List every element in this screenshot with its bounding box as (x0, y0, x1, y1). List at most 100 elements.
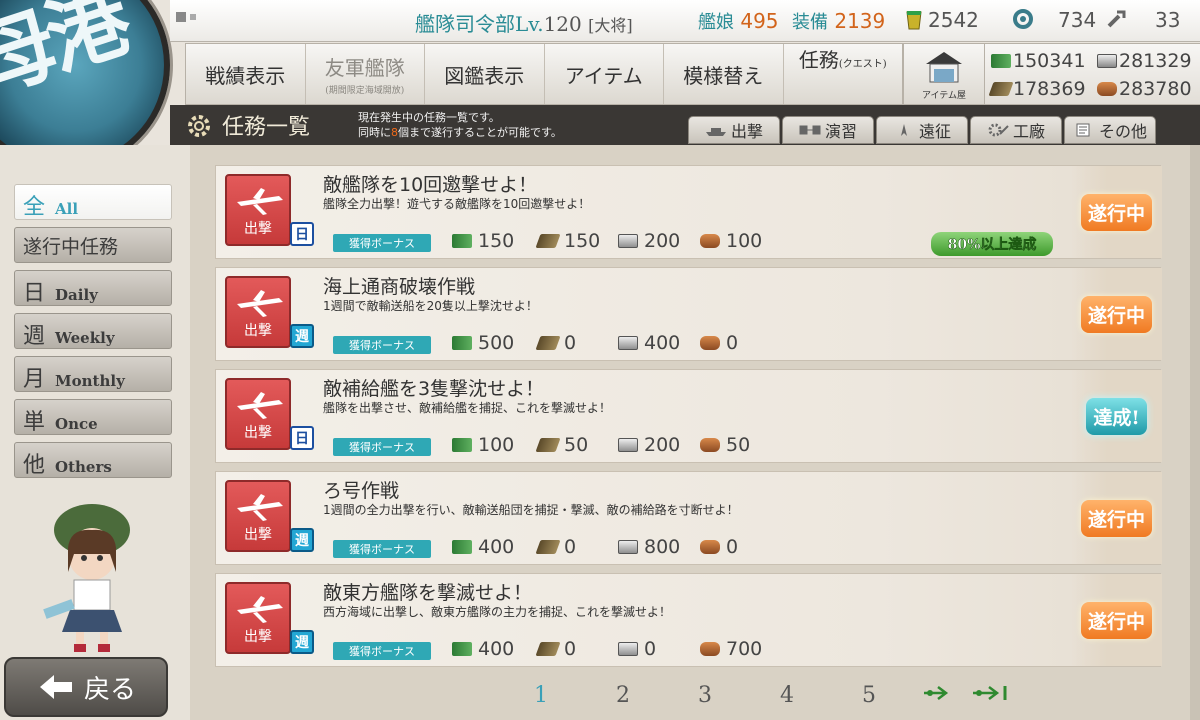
steel-icon (618, 336, 638, 350)
bucket-icon (906, 11, 922, 30)
reward-ammo: 150 (535, 230, 600, 252)
reward-value: 400 (478, 536, 515, 558)
nav-items[interactable]: アイテム (545, 44, 664, 104)
ammo-icon (535, 234, 561, 248)
ammo-icon (535, 642, 561, 656)
frequency-badge: 週 (290, 630, 314, 654)
filter-all[interactable]: 全 All (14, 184, 172, 220)
panel-edge (1190, 145, 1200, 720)
quest-category-badge: 出撃 (225, 174, 291, 246)
reward-bauxite: 0 (700, 536, 738, 558)
rank-label: [大将] (588, 16, 633, 35)
screw-count: 33 (1155, 8, 1180, 32)
page-1[interactable]: 1 (500, 683, 582, 708)
last-arrow-icon[interactable] (964, 683, 1018, 708)
reward-fuel: 100 (452, 434, 514, 456)
page-5[interactable]: 5 (828, 683, 910, 708)
back-button[interactable]: 戻る (4, 657, 168, 717)
page-4[interactable]: 4 (746, 683, 828, 708)
ammo-resource: 178369 (988, 78, 1086, 100)
bauxite-icon (700, 336, 720, 350)
tab-sortie[interactable]: 出撃 (688, 116, 780, 144)
quest-description: 1週間の全力出撃を行い、敵輸送船団を捕捉・撃滅、敵の補給路を寸断せよ！ (323, 503, 739, 517)
nav-label: 模様替え (683, 63, 764, 88)
quest-title: 敵艦隊を10回邀撃せよ！ (323, 174, 538, 196)
page-title: 任務一覧 (222, 115, 311, 140)
bauxite-icon (700, 540, 720, 554)
filter-en: All (55, 200, 79, 218)
quest-row[interactable]: 出撃 日 敵補給艦を3隻撃沈せよ！ 艦隊を出撃させ、敵補給艦を捕捉、これを撃滅せ… (215, 369, 1162, 463)
filter-weekly[interactable]: 週 Weekly (14, 313, 172, 349)
badge-label: 出撃 (244, 629, 272, 645)
reward-ammo: 0 (535, 536, 577, 558)
reward-bauxite: 50 (700, 434, 750, 456)
filter-kanji: 他 (23, 453, 46, 478)
reward-value: 0 (726, 536, 739, 558)
reward-value: 500 (478, 332, 515, 354)
nav-encyclopedia[interactable]: 図鑑表示 (425, 44, 545, 104)
quest-row[interactable]: 出撃 週 敵東方艦隊を撃滅せよ！ 西方海域に出撃し、敵東方艦隊の主力を捕捉、これ… (215, 573, 1162, 667)
nav-friend-fleet[interactable]: 友軍艦隊 (期間限定海域開放) (306, 44, 425, 104)
bauxite-icon (700, 234, 720, 248)
screws-value: 33 (1155, 8, 1181, 32)
page-3[interactable]: 3 (664, 683, 746, 708)
item-shop-button[interactable]: アイテム屋 (903, 43, 985, 105)
quest-title: ろ号作戦 (323, 480, 400, 502)
quest-row[interactable]: 出撃 週 ろ号作戦 1週間の全力出撃を行い、敵輸送船団を捕捉・撃滅、敵の補給路を… (215, 471, 1162, 565)
bauxite-icon (700, 438, 720, 452)
tab-exercise[interactable]: 演習 (782, 116, 874, 144)
devmat-value-wrap: 734 (1058, 8, 1096, 32)
reward-value: 200 (644, 230, 681, 252)
status-label: 遂行中 (1080, 601, 1152, 639)
tab-other[interactable]: その他 (1064, 116, 1156, 144)
frequency-badge: 週 (290, 528, 314, 552)
filter-daily[interactable]: 日 Daily (14, 270, 172, 306)
quest-description: 艦隊を出撃させ、敵補給艦を捕捉、これを撃滅せよ！ (323, 401, 612, 415)
reward-value: 0 (564, 536, 577, 558)
quest-row[interactable]: 出撃 日 敵艦隊を10回邀撃せよ！ 艦隊全力出撃！遊弋する敵艦隊を10回邀撃せよ… (215, 165, 1162, 259)
reward-value: 200 (644, 434, 681, 456)
reward-steel: 200 (618, 434, 680, 456)
equip-value: 2139 (834, 9, 886, 33)
plane-icon (237, 392, 283, 419)
header-description: 現在発生中の任務一覧です。 同時に8個まで遂行することが可能です。 (358, 110, 562, 140)
steel-icon (618, 642, 638, 656)
bucket-value: 2542 (928, 8, 979, 32)
back-label: 戻る (83, 674, 136, 705)
reward-fuel: 400 (452, 638, 514, 660)
tab-label: その他 (1098, 122, 1147, 141)
steel-icon (618, 540, 638, 554)
bonus-label: 獲得ボーナス (333, 438, 431, 456)
filter-others[interactable]: 他 Others (14, 442, 172, 478)
status-label: 達成! (1086, 397, 1147, 435)
steel-value: 281329 (1119, 50, 1192, 72)
quest-status: 遂行中 (1071, 166, 1162, 258)
reward-value: 0 (564, 638, 577, 660)
tab-arsenal[interactable]: 工廠 (970, 116, 1062, 144)
desc-pre: 同時に (358, 126, 391, 139)
tab-expedition[interactable]: 遠征 (876, 116, 968, 144)
nav-label: 任務 (798, 48, 839, 72)
filter-label: 遂行中任務 (23, 236, 119, 258)
bonus-label: 獲得ボーナス (333, 234, 431, 252)
resource-panel: 150341 281329 178369 283780 (985, 43, 1200, 105)
filter-once[interactable]: 単 Once (14, 399, 172, 435)
quest-status: 遂行中 (1071, 574, 1162, 666)
nav-furniture[interactable]: 模様替え (664, 44, 784, 104)
last-arrow-svg (973, 685, 1007, 700)
bucket-count: 2542 (904, 8, 979, 32)
nav-battle-record[interactable]: 戦績表示 (186, 44, 306, 104)
next-arrow-icon[interactable] (910, 683, 964, 708)
page-2[interactable]: 2 (582, 683, 664, 708)
quest-status: 達成! (1071, 370, 1162, 462)
tab-label: 演習 (824, 122, 857, 141)
reward-steel: 400 (618, 332, 680, 354)
nav-quests[interactable]: 任務 (クエスト) (784, 44, 903, 104)
ammo-icon (535, 438, 561, 452)
bonus-label: 獲得ボーナス (333, 540, 431, 558)
document-icon (1076, 123, 1090, 137)
steel-icon (618, 234, 638, 248)
filter-monthly[interactable]: 月 Monthly (14, 356, 172, 392)
quest-row[interactable]: 出撃 週 海上通商破壊作戦 1週間で敵輸送船を20隻以上撃沈せよ！ 獲得ボーナス… (215, 267, 1162, 361)
filter-in-progress[interactable]: 遂行中任務 (14, 227, 172, 263)
